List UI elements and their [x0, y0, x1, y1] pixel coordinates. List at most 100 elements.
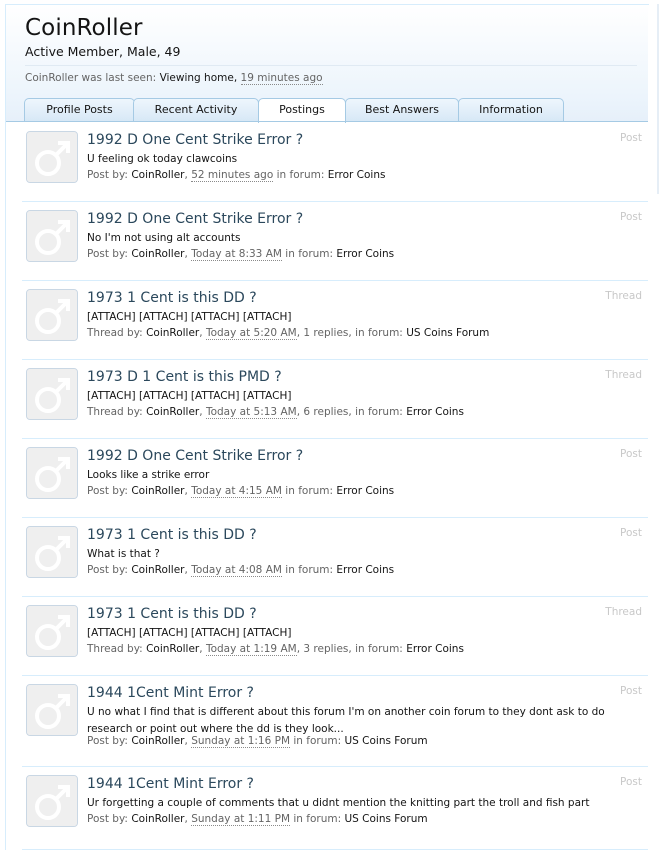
forum-link[interactable]: Error Coins — [406, 406, 464, 418]
posting-title[interactable]: 1973 D 1 Cent is this PMD ? — [87, 369, 282, 385]
by-label: Post by: — [87, 813, 128, 825]
avatar[interactable] — [26, 131, 78, 183]
tab-recent-activity[interactable]: Recent Activity — [133, 98, 259, 121]
content-type-label: Post — [620, 448, 642, 460]
avatar[interactable] — [26, 684, 78, 736]
forum-label: in forum: — [293, 735, 342, 747]
avatar[interactable] — [26, 447, 78, 499]
forum-link[interactable]: US Coins Forum — [406, 327, 489, 339]
author-link[interactable]: CoinRoller — [146, 406, 199, 418]
posting-item: 1973 D 1 Cent is this PMD ? [ATTACH] [ATT… — [22, 359, 648, 439]
tab-postings[interactable]: Postings — [258, 98, 346, 123]
posting-title[interactable]: 1973 1 Cent is this DD ? — [87, 606, 257, 622]
tab-best-answers[interactable]: Best Answers — [345, 98, 459, 121]
avatar[interactable] — [26, 775, 78, 827]
posting-item: 1992 D One Cent Strike Error ? U feeling … — [22, 122, 648, 202]
content-type-label: Thread — [605, 369, 642, 381]
forum-label: in forum: — [285, 248, 334, 260]
forum-label: in forum: — [276, 169, 325, 181]
posting-snippet[interactable]: Looks like a strike error — [87, 467, 647, 484]
content-type-label: Post — [620, 527, 642, 539]
posting-title[interactable]: 1973 1 Cent is this DD ? — [87, 527, 257, 543]
posting-time: Today at 8:33 AM — [191, 248, 282, 261]
posting-title[interactable]: 1992 D One Cent Strike Error ? — [87, 211, 303, 227]
avatar[interactable] — [26, 526, 78, 578]
posting-title[interactable]: 1973 1 Cent is this DD ? — [87, 290, 257, 306]
last-seen-activity[interactable]: Viewing home, — [160, 72, 238, 84]
avatar[interactable] — [26, 368, 78, 420]
author-link[interactable]: CoinRoller — [131, 564, 184, 576]
posting-item: 1992 D One Cent Strike Error ? Looks like… — [22, 438, 648, 518]
posting-meta: Thread by: CoinRoller, Today at 5:13 AM,… — [87, 406, 464, 419]
author-link[interactable]: CoinRoller — [131, 813, 184, 825]
posting-meta: Post by: CoinRoller, Today at 8:33 AM in… — [87, 248, 395, 261]
posting-time: Sunday at 1:11 PM — [191, 813, 291, 826]
by-label: Thread by: — [87, 406, 143, 418]
forum-link[interactable]: Error Coins — [336, 485, 394, 497]
forum-label: in forum: — [285, 564, 334, 576]
posting-snippet[interactable]: [ATTACH] [ATTACH] [ATTACH] [ATTACH] — [87, 388, 647, 405]
author-link[interactable]: CoinRoller — [146, 643, 199, 655]
forum-label: in forum: — [355, 643, 403, 655]
content-type-label: Post — [620, 685, 642, 697]
forum-link[interactable]: Error Coins — [336, 248, 394, 260]
forum-label: in forum: — [355, 327, 403, 339]
posting-snippet[interactable]: U feeling ok today clawcoins — [87, 151, 647, 168]
author-link[interactable]: CoinRoller — [131, 169, 184, 181]
posting-title[interactable]: 1944 1Cent Mint Error ? — [87, 685, 254, 701]
posting-meta: Post by: CoinRoller, Sunday at 1:16 PM i… — [87, 735, 428, 748]
posting-item: 1973 1 Cent is this DD ? What is that ? Po… — [22, 517, 648, 597]
forum-link[interactable]: Error Coins — [406, 643, 464, 655]
content-type-label: Post — [620, 776, 642, 788]
content-type-label: Thread — [605, 290, 642, 302]
by-label: Post by: — [87, 485, 128, 497]
content-type-label: Post — [620, 132, 642, 144]
replies-count: 3 replies, — [303, 643, 352, 655]
posting-time: Today at 5:13 AM — [205, 406, 297, 419]
posting-title[interactable]: 1992 D One Cent Strike Error ? — [87, 448, 303, 464]
avatar[interactable] — [26, 605, 78, 657]
posting-snippet[interactable]: U no what I find that is different about… — [87, 704, 647, 737]
tab-profile-posts[interactable]: Profile Posts — [24, 98, 135, 121]
author-link[interactable]: CoinRoller — [131, 248, 184, 260]
tab-information[interactable]: Information — [458, 98, 564, 121]
forum-label: in forum: — [285, 485, 334, 497]
avatar[interactable] — [26, 289, 78, 341]
last-seen-time: 19 minutes ago — [240, 72, 323, 85]
by-label: Thread by: — [87, 327, 143, 339]
avatar[interactable] — [26, 210, 78, 262]
posting-meta: Post by: CoinRoller, Today at 4:15 AM in… — [87, 485, 395, 498]
header-divider — [25, 65, 637, 66]
posting-item: 1973 1 Cent is this DD ? [ATTACH] [ATTACH… — [22, 596, 648, 676]
last-seen-label: CoinRoller was last seen: — [25, 72, 157, 84]
content-type-label: Post — [620, 211, 642, 223]
posting-time: Today at 4:15 AM — [191, 485, 282, 498]
profile-username: CoinRoller — [25, 15, 143, 41]
posting-time: Today at 1:19 AM — [205, 643, 297, 656]
posting-title[interactable]: 1944 1Cent Mint Error ? — [87, 776, 254, 792]
forum-link[interactable]: Error Coins — [328, 169, 386, 181]
posting-item: 1992 D One Cent Strike Error ? No I'm not… — [22, 201, 648, 281]
posting-item: 1944 1Cent Mint Error ? Ur forgetting a c… — [22, 766, 648, 850]
posting-time: Today at 5:20 AM — [205, 327, 297, 340]
forum-link[interactable]: Error Coins — [336, 564, 394, 576]
by-label: Post by: — [87, 169, 128, 181]
by-label: Post by: — [87, 248, 128, 260]
posting-snippet[interactable]: No I'm not using alt accounts — [87, 230, 647, 247]
posting-meta: Thread by: CoinRoller, Today at 1:19 AM,… — [87, 643, 464, 656]
by-label: Post by: — [87, 735, 128, 747]
posting-time: Sunday at 1:16 PM — [191, 735, 291, 748]
author-link[interactable]: CoinRoller — [131, 485, 184, 497]
posting-snippet[interactable]: What is that ? — [87, 546, 647, 563]
author-link[interactable]: CoinRoller — [131, 735, 184, 747]
posting-snippet[interactable]: [ATTACH] [ATTACH] [ATTACH] [ATTACH] — [87, 309, 647, 326]
posting-snippet[interactable]: Ur forgetting a couple of comments that … — [87, 795, 647, 812]
forum-link[interactable]: US Coins Forum — [344, 813, 427, 825]
forum-link[interactable]: US Coins Forum — [344, 735, 427, 747]
posting-meta: Post by: CoinRoller, Today at 4:08 AM in… — [87, 564, 395, 577]
by-label: Thread by: — [87, 643, 143, 655]
author-link[interactable]: CoinRoller — [146, 327, 199, 339]
posting-snippet[interactable]: [ATTACH] [ATTACH] [ATTACH] [ATTACH] — [87, 625, 647, 642]
posting-title[interactable]: 1992 D One Cent Strike Error ? — [87, 132, 303, 148]
posting-time: 52 minutes ago — [191, 169, 274, 182]
